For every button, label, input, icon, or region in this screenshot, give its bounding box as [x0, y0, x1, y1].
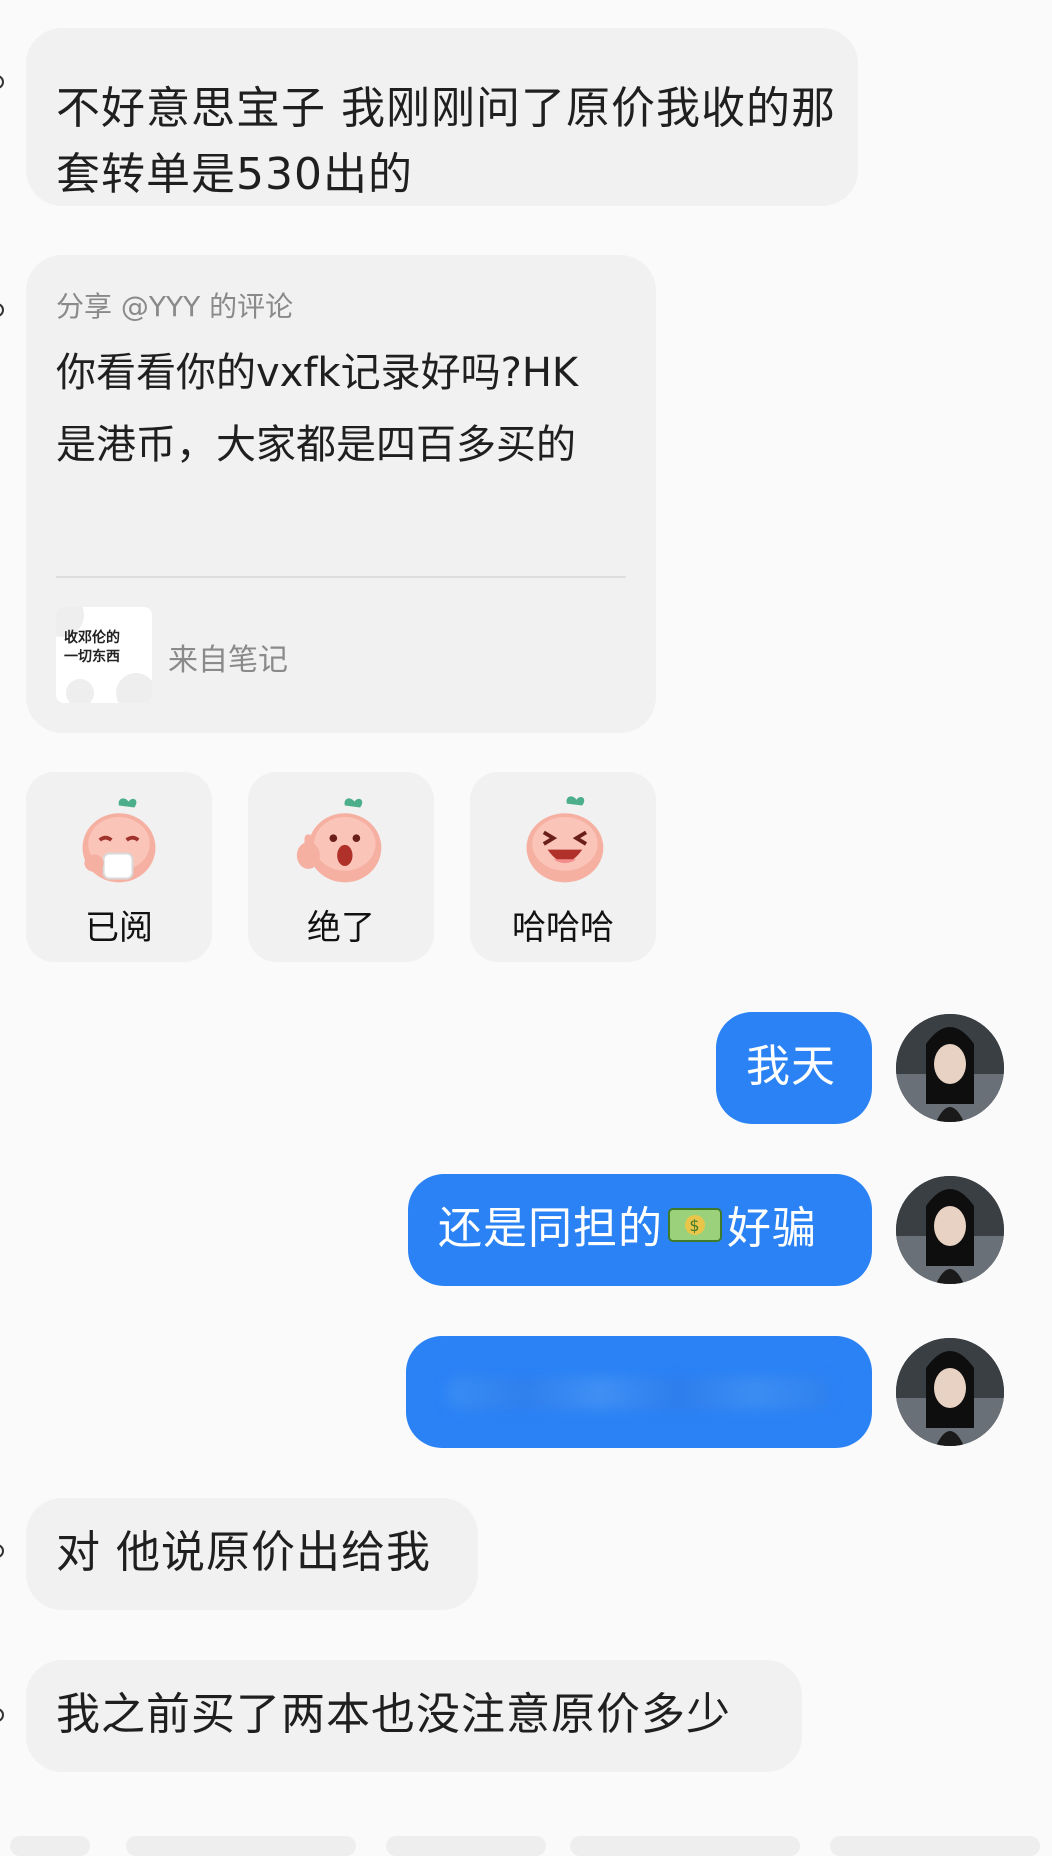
share-header: 分享 @YYY 的评论 [56, 290, 294, 323]
quick-reply-chip[interactable] [830, 1836, 1040, 1856]
user-avatar[interactable] [896, 1338, 1004, 1446]
message-text: 对 他说原价出给我 [56, 1527, 431, 1578]
incoming-message-bubble[interactable]: 对 他说原价出给我 [26, 1498, 478, 1610]
reaction-sticker-read[interactable]: 已阅 [26, 772, 212, 962]
quick-reply-chip[interactable] [570, 1836, 800, 1856]
message-text: 还是同担的 $ 好骗 [438, 1196, 872, 1262]
quick-reply-chip[interactable] [10, 1836, 90, 1856]
outgoing-message-bubble-redacted[interactable] [406, 1336, 872, 1448]
sender-avatar-edge[interactable] [0, 303, 4, 317]
reaction-label: 哈哈哈 [512, 908, 614, 948]
peach-thumbs-up-sticker-icon [296, 798, 382, 883]
incoming-message-bubble[interactable]: 不好意思宝子 我刚刚问了原价我收的那套转单是530出的 [26, 28, 858, 206]
sender-avatar-edge[interactable] [0, 1708, 4, 1722]
reaction-sticker-haha[interactable]: 哈哈哈 [470, 772, 656, 962]
sender-avatar-edge[interactable] [0, 1544, 4, 1558]
incoming-message-bubble[interactable]: 我之前买了两本也没注意原价多少 [26, 1660, 802, 1772]
thumb-caption: 收邓伦的 一切东西 [64, 629, 120, 667]
svg-text:$: $ [689, 1216, 700, 1235]
avatar-photo [896, 1176, 1004, 1284]
outgoing-message-bubble[interactable]: 我天 [716, 1012, 872, 1124]
reaction-label: 已阅 [85, 908, 153, 948]
thumb-caption-line: 一切东西 [64, 649, 120, 665]
money-bag-icon: $ [668, 1208, 722, 1242]
message-text-part: 好骗 [727, 1203, 817, 1254]
thumb-caption-line: 收邓伦的 [64, 630, 120, 646]
message-text-part: 还是同担的 [438, 1203, 663, 1254]
message-text: 我之前买了两本也没注意原价多少 [56, 1689, 731, 1740]
note-source-label: 来自笔记 [168, 643, 288, 678]
user-avatar[interactable] [896, 1176, 1004, 1284]
peach-laughing-sticker-icon [526, 796, 604, 883]
quick-reply-chip[interactable] [386, 1836, 546, 1856]
thumb-decoration [116, 673, 152, 703]
thumb-decoration [66, 679, 94, 703]
shared-comment-card[interactable]: 分享 @YYY 的评论 你看看你的vxfk记录好吗?HK是港币，大家都是四百多买… [26, 255, 656, 733]
reaction-sticker-awesome[interactable]: 绝了 [248, 772, 434, 962]
card-divider [56, 576, 626, 578]
reaction-label: 绝了 [307, 908, 375, 948]
outgoing-message-bubble[interactable]: 还是同担的 $ 好骗 [408, 1174, 872, 1286]
avatar-photo [896, 1338, 1004, 1446]
message-text: 我天 [746, 1041, 836, 1092]
user-avatar[interactable] [896, 1014, 1004, 1122]
note-thumbnail[interactable]: 收邓伦的 一切东西 [56, 607, 152, 703]
message-text: 不好意思宝子 我刚刚问了原价我收的那套转单是530出的 [56, 83, 836, 200]
quick-reply-chip[interactable] [126, 1836, 356, 1856]
sender-avatar-edge[interactable] [0, 75, 4, 89]
peach-drinking-tea-sticker-icon [82, 798, 156, 883]
avatar-photo [896, 1014, 1004, 1122]
redacted-text [446, 1376, 832, 1410]
shared-comment-text: 你看看你的vxfk记录好吗?HK是港币，大家都是四百多买的 [56, 350, 579, 468]
